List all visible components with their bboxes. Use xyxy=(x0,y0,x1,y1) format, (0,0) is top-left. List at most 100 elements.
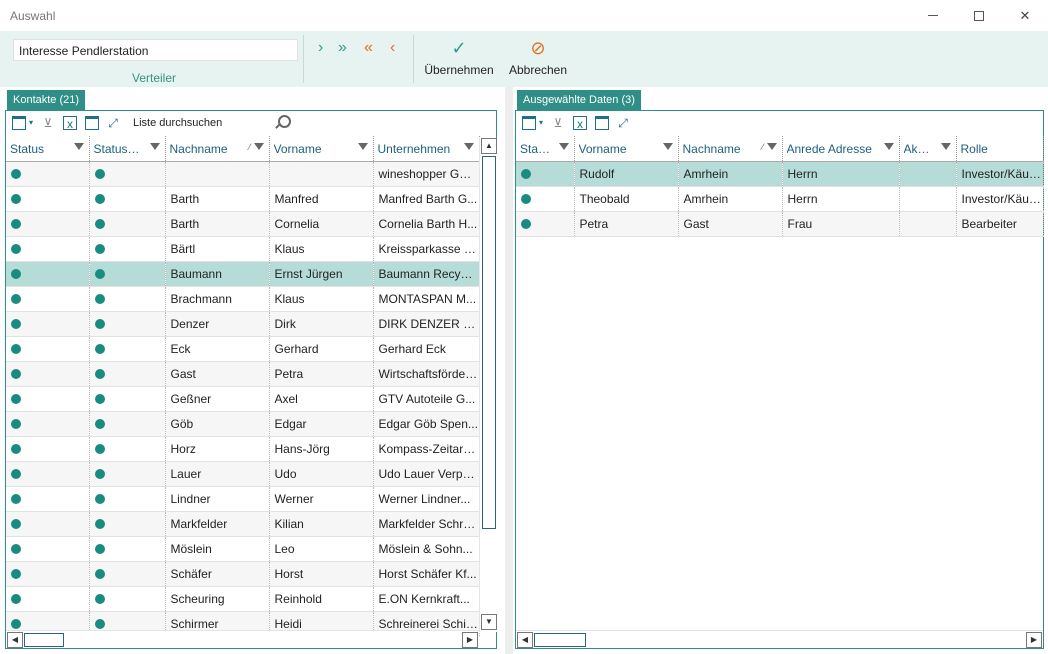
cell-vorname[interactable]: Udo xyxy=(269,461,374,487)
cell-unternehmen[interactable]: Werner Lindner... xyxy=(373,486,480,512)
cell-unternehmen[interactable]: GTV Autoteile G... xyxy=(373,386,480,412)
scroll-thumb[interactable] xyxy=(482,156,496,529)
cell-status-u[interactable] xyxy=(89,561,166,587)
column-header-vorname[interactable]: Vorname xyxy=(269,136,374,162)
cell-unternehmen[interactable]: DIRK DENZER V... xyxy=(373,311,480,337)
cell-rolle[interactable]: Investor/Käufer xyxy=(956,161,1044,187)
table-row[interactable]: Göb Edgar Edgar Göb Spen... xyxy=(6,411,480,437)
cell-unternehmen[interactable]: Gerhard Eck xyxy=(373,336,480,362)
cell-unternehmen[interactable]: Horst Schäfer Kf... xyxy=(373,561,480,587)
cell-vorname[interactable]: Manfred xyxy=(269,186,374,212)
cell-unternehmen[interactable]: Markfelder Schre... xyxy=(373,511,480,537)
filter-icon[interactable] xyxy=(766,143,777,150)
cell-status[interactable] xyxy=(6,211,90,237)
cell-unternehmen[interactable]: Möslein & Sohn... xyxy=(373,536,480,562)
table-row[interactable]: Theobald Amrhein Herrn Investor/Käufer xyxy=(516,186,1044,212)
filter-icon[interactable] xyxy=(883,143,894,150)
scroll-thumb[interactable] xyxy=(24,633,64,647)
expand-icon[interactable]: ⤢ xyxy=(616,116,630,130)
cell-unternehmen[interactable]: Wirtschaftsförder... xyxy=(373,361,480,387)
cell-status-u[interactable] xyxy=(89,586,166,612)
table-row[interactable]: Schäfer Horst Horst Schäfer Kf... xyxy=(6,561,480,587)
cell-status-u[interactable] xyxy=(89,311,166,337)
table-row[interactable]: Barth Manfred Manfred Barth G... xyxy=(6,186,480,212)
cell-unternehmen[interactable]: Udo Lauer Verpu... xyxy=(373,461,480,487)
cell-unternehmen[interactable]: Kompass-Zeitarb... xyxy=(373,436,480,462)
cell-status-u[interactable] xyxy=(89,386,166,412)
cell-akad[interactable] xyxy=(899,186,957,212)
column-chooser-icon[interactable] xyxy=(12,116,26,130)
scroll-up-button[interactable]: ▲ xyxy=(481,138,497,154)
cell-status-u[interactable] xyxy=(89,511,166,537)
table-row[interactable]: Horz Hans-Jörg Kompass-Zeitarb... xyxy=(6,436,480,462)
column-header-akad[interactable]: Akad... xyxy=(899,136,957,162)
cell-status-u[interactable] xyxy=(89,261,166,287)
cell-vorname[interactable]: Petra xyxy=(574,211,679,237)
cell-nachname[interactable]: Bärtl xyxy=(165,236,270,262)
table-row[interactable]: Petra Gast Frau Bearbeiter xyxy=(516,211,1044,237)
filter-icon[interactable] xyxy=(940,143,951,150)
cell-nachname[interactable]: Göb xyxy=(165,411,270,437)
cell-vorname[interactable]: Klaus xyxy=(269,236,374,262)
cell-status-u[interactable] xyxy=(89,161,166,187)
cell-unternehmen[interactable]: wineshopper Gm... xyxy=(373,161,480,187)
cell-vorname[interactable]: Petra xyxy=(269,361,374,387)
add-all-button[interactable]: » xyxy=(338,39,347,57)
verteiler-input[interactable]: Interesse Pendlerstation xyxy=(13,39,298,61)
cell-status-u[interactable] xyxy=(89,236,166,262)
column-header-status-u[interactable]: Status U... xyxy=(89,136,166,162)
table-row[interactable]: Scheuring Reinhold E.ON Kernkraft... xyxy=(6,586,480,612)
layout-icon[interactable] xyxy=(85,116,99,130)
cell-vorname[interactable]: Axel xyxy=(269,386,374,412)
table-row[interactable]: Lauer Udo Udo Lauer Verpu... xyxy=(6,461,480,487)
cell-vorname[interactable]: Horst xyxy=(269,561,374,587)
cell-nachname[interactable]: Brachmann xyxy=(165,286,270,312)
cell-status[interactable] xyxy=(6,511,90,537)
minimize-button[interactable] xyxy=(910,0,956,31)
cell-status[interactable] xyxy=(516,211,575,237)
cell-status[interactable] xyxy=(6,161,90,187)
expand-icon[interactable]: ⤢ xyxy=(106,116,120,130)
cell-vorname[interactable]: Reinhold xyxy=(269,586,374,612)
cell-status-u[interactable] xyxy=(89,361,166,387)
cell-status[interactable] xyxy=(6,336,90,362)
scroll-right-button[interactable]: ▶ xyxy=(1026,632,1042,648)
cell-status-u[interactable] xyxy=(89,486,166,512)
cell-vorname[interactable]: Gerhard xyxy=(269,336,374,362)
table-row[interactable]: Denzer Dirk DIRK DENZER V... xyxy=(6,311,480,337)
column-header-vorname[interactable]: Vorname xyxy=(574,136,679,162)
cell-akad[interactable] xyxy=(899,211,957,237)
left-vertical-scrollbar[interactable]: ▲ ▼ xyxy=(479,138,497,632)
column-header-unternehmen[interactable]: Unternehmen xyxy=(373,136,480,162)
cell-vorname[interactable]: Leo xyxy=(269,536,374,562)
layout-icon[interactable] xyxy=(595,116,609,130)
cell-nachname[interactable]: Geßner xyxy=(165,386,270,412)
search-icon[interactable] xyxy=(274,115,291,131)
cell-status-u[interactable] xyxy=(89,436,166,462)
clear-filter-icon[interactable]: ⊻ xyxy=(41,116,55,130)
cell-status[interactable] xyxy=(6,461,90,487)
filter-icon[interactable] xyxy=(662,143,673,150)
table-row[interactable]: Bärtl Klaus Kreissparkasse S... xyxy=(6,236,480,262)
cell-vorname[interactable]: Dirk xyxy=(269,311,374,337)
cell-anrede[interactable]: Herrn xyxy=(782,186,900,212)
cell-vorname[interactable]: Werner xyxy=(269,486,374,512)
column-header-nachname[interactable]: Nachname ⁄ xyxy=(165,136,270,162)
scroll-thumb[interactable] xyxy=(534,633,586,647)
cell-nachname[interactable]: Barth xyxy=(165,211,270,237)
cell-status-u[interactable] xyxy=(89,461,166,487)
cell-nachname[interactable]: Baumann xyxy=(165,261,270,287)
cell-vorname[interactable]: Theobald xyxy=(574,186,679,212)
table-row[interactable]: Markfelder Kilian Markfelder Schre... xyxy=(6,511,480,537)
cell-unternehmen[interactable]: Baumann Recycl... xyxy=(373,261,480,287)
cell-vorname[interactable]: Klaus xyxy=(269,286,374,312)
remove-selected-button[interactable]: ‹ xyxy=(390,39,395,57)
cell-vorname[interactable]: Ernst Jürgen xyxy=(269,261,374,287)
cell-anrede[interactable]: Herrn xyxy=(782,161,900,187)
cell-vorname[interactable] xyxy=(269,161,374,187)
export-excel-icon[interactable]: x xyxy=(573,116,587,131)
column-header-anrede-adresse[interactable]: Anrede Adresse xyxy=(782,136,900,162)
cell-nachname[interactable]: Schäfer xyxy=(165,561,270,587)
cell-status-u[interactable] xyxy=(89,211,166,237)
table-row[interactable]: Gast Petra Wirtschaftsförder... xyxy=(6,361,480,387)
